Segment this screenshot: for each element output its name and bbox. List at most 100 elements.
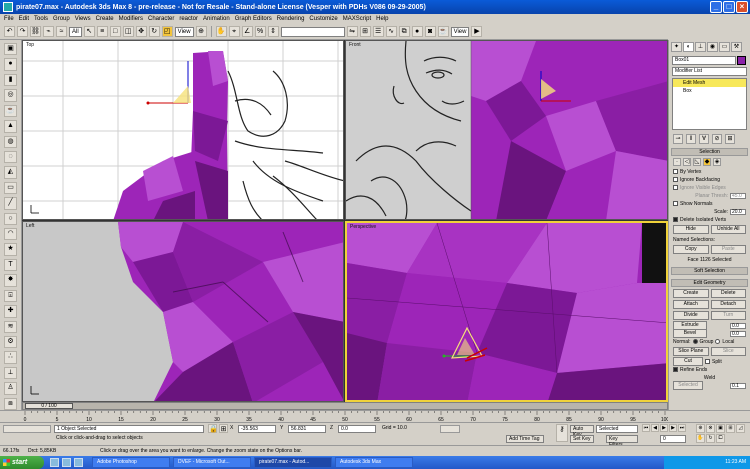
- create-tube-icon[interactable]: ◌: [4, 150, 17, 164]
- by-vertex-option[interactable]: By Vertex: [673, 168, 746, 175]
- utilities-tab-icon[interactable]: ⚒: [731, 42, 742, 52]
- create-line-icon[interactable]: ╱: [4, 197, 17, 210]
- show-desktop-icon[interactable]: [50, 458, 59, 467]
- copy-button[interactable]: Copy: [673, 245, 709, 254]
- bevel-button[interactable]: Bevel: [673, 329, 707, 338]
- configure-modifier-sets-icon[interactable]: ⊞: [725, 134, 735, 144]
- time-slider[interactable]: 0 / 100: [22, 402, 668, 410]
- select-manipulate-icon[interactable]: ✋: [215, 26, 227, 37]
- show-end-result-icon[interactable]: ‖: [686, 134, 696, 144]
- auto-key-button[interactable]: Auto Key: [570, 425, 594, 438]
- delete-button[interactable]: Delete: [710, 289, 746, 298]
- viewport-label[interactable]: Perspective: [350, 224, 376, 230]
- menu-file[interactable]: File: [4, 16, 14, 22]
- ignore-backfacing-checkbox[interactable]: [673, 177, 678, 182]
- display-tab-icon[interactable]: ▭: [719, 42, 730, 52]
- quick-render-icon[interactable]: ☕: [437, 26, 449, 37]
- normal-group-radio[interactable]: [692, 339, 698, 344]
- maximize-button[interactable]: □: [723, 1, 735, 13]
- make-unique-icon[interactable]: ∀: [699, 134, 709, 144]
- menu-reactor[interactable]: reactor: [179, 16, 198, 22]
- unlink-icon[interactable]: ⌁: [43, 26, 54, 37]
- split-checkbox[interactable]: [705, 359, 710, 364]
- pan-icon[interactable]: ✋: [696, 434, 705, 443]
- rectangular-selection-icon[interactable]: □: [109, 26, 121, 37]
- menu-maxscript[interactable]: MAXScript: [343, 16, 371, 22]
- arc-rotate-icon[interactable]: ↻: [706, 434, 715, 443]
- field-of-view-icon[interactable]: ◿: [736, 424, 745, 433]
- by-vertex-checkbox[interactable]: [673, 169, 678, 174]
- menu-tools[interactable]: Tools: [34, 16, 48, 22]
- zoom-extents-all-icon[interactable]: ⊞: [726, 424, 735, 433]
- z-coordinate-field[interactable]: 0.0: [338, 425, 376, 433]
- create-button[interactable]: Create: [673, 289, 709, 298]
- lock-selection-icon[interactable]: 🔒: [208, 424, 218, 433]
- task-outlook[interactable]: DVEF - Microsoft Out...: [173, 457, 251, 468]
- layer-manager-icon[interactable]: ☰: [372, 26, 384, 37]
- menu-create[interactable]: Create: [96, 16, 114, 22]
- menu-character[interactable]: Character: [148, 16, 174, 22]
- viewport-label[interactable]: Top: [26, 42, 34, 48]
- modifier-list-dropdown[interactable]: Modifier List: [672, 67, 747, 76]
- percent-snap-icon[interactable]: %: [254, 26, 266, 37]
- create-torus-icon[interactable]: ◎: [4, 89, 17, 102]
- detach-button[interactable]: Detach: [710, 300, 746, 309]
- cut-button[interactable]: Cut: [673, 357, 703, 366]
- select-object-icon[interactable]: ↖: [83, 26, 95, 37]
- hierarchy-tab-icon[interactable]: ⊥: [695, 42, 706, 52]
- weld-selected-button[interactable]: Selected: [673, 381, 703, 390]
- create-biped-icon[interactable]: ♙: [4, 382, 17, 395]
- vertex-icon[interactable]: ·: [673, 158, 681, 166]
- go-to-start-icon[interactable]: ⏮: [642, 424, 650, 432]
- weld-threshold-spinner[interactable]: 0.1: [730, 382, 746, 389]
- attach-button[interactable]: Attach: [673, 300, 709, 309]
- create-system-icon[interactable]: ⚙: [4, 336, 17, 349]
- maxscript-listener[interactable]: [3, 425, 51, 433]
- browser-icon[interactable]: [62, 458, 71, 467]
- extrude-spinner[interactable]: 0.0: [730, 322, 746, 329]
- zoom-extents-icon[interactable]: ▣: [716, 424, 725, 433]
- key-mode-dropdown[interactable]: Selected: [596, 425, 638, 433]
- delete-isolated-checkbox[interactable]: [673, 217, 678, 222]
- slice-plane-button[interactable]: Slice Plane: [673, 347, 709, 356]
- divide-button[interactable]: Divide: [673, 311, 709, 320]
- minimize-button[interactable]: _: [710, 1, 722, 13]
- planar-thresh-spinner[interactable]: 45.0: [730, 192, 746, 199]
- x-coordinate-field[interactable]: -35.563: [238, 425, 276, 433]
- create-tab-icon[interactable]: ✦: [671, 42, 682, 52]
- current-frame-field[interactable]: 0: [660, 435, 686, 443]
- object-color-swatch[interactable]: [737, 56, 746, 65]
- refine-ends-checkbox[interactable]: [673, 367, 678, 372]
- element-icon[interactable]: ◈: [713, 158, 721, 166]
- title-bar[interactable]: pirate07.max - Autodesk 3ds Max 8 - pre-…: [0, 0, 750, 14]
- key-filters-button[interactable]: Key Filters...: [606, 435, 638, 448]
- media-icon[interactable]: [74, 458, 83, 467]
- maximize-viewport-icon[interactable]: ⧠: [716, 434, 725, 443]
- viewport-label[interactable]: Front: [349, 42, 361, 48]
- schematic-view-icon[interactable]: ⧉: [398, 26, 410, 37]
- create-box-icon[interactable]: ▣: [4, 43, 17, 56]
- create-sphere-icon[interactable]: ●: [4, 58, 17, 71]
- selection-filter-dropdown[interactable]: All: [69, 26, 82, 37]
- y-coordinate-field[interactable]: 56.831: [288, 425, 326, 433]
- play-icon[interactable]: ▶: [660, 424, 668, 432]
- hide-button[interactable]: Hide: [673, 225, 709, 234]
- normal-local-radio[interactable]: [715, 339, 721, 344]
- create-pyramid-icon[interactable]: ◭: [4, 166, 17, 179]
- select-by-name-icon[interactable]: ≡: [96, 26, 108, 37]
- menu-edit[interactable]: Edit: [19, 16, 29, 22]
- add-time-tag-button[interactable]: Add Time Tag: [506, 435, 544, 443]
- viewport-top[interactable]: Top: [22, 40, 344, 220]
- select-rotate-icon[interactable]: ↻: [148, 26, 160, 37]
- reference-coordinate-dropdown[interactable]: View: [174, 26, 194, 37]
- task-pirate07-max[interactable]: pirate07.max - Autod...: [254, 457, 332, 468]
- redo-icon[interactable]: ↷: [17, 26, 28, 37]
- close-button[interactable]: ×: [736, 1, 748, 13]
- stack-item-edit-mesh[interactable]: Edit Mesh: [673, 79, 746, 87]
- set-key-icon[interactable]: ⚷: [556, 424, 568, 442]
- render-scene-icon[interactable]: ◙: [424, 26, 436, 37]
- menu-modifiers[interactable]: Modifiers: [119, 16, 143, 22]
- select-link-icon[interactable]: ⛓: [30, 26, 41, 37]
- refine-ends-option[interactable]: Refine Ends: [673, 366, 746, 373]
- material-editor-icon[interactable]: ●: [411, 26, 423, 37]
